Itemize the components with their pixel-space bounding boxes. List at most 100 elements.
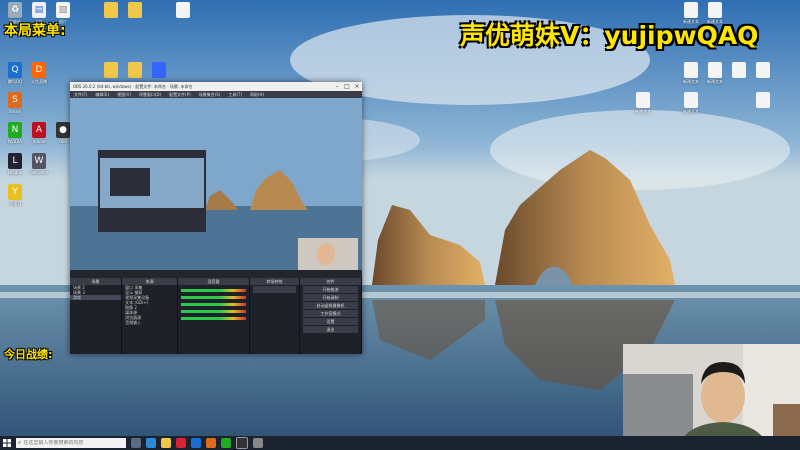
file-icon [636,92,650,108]
menu-scene-collection[interactable]: 场景集合(S) [195,92,225,98]
desktop-icon[interactable] [752,92,774,108]
search-input[interactable] [21,440,120,446]
desktop-icon[interactable]: S Steam [4,92,26,114]
transitions-header: 转场特效 [249,278,300,285]
sources-dock: 来源 窗口 采集 显示 捕获 视频采集设备 文本 (GDI+) 图像 2 媒体源… [122,278,179,354]
file-icon [708,62,722,78]
obs-window[interactable]: OBS 26.0.2 (64-bit, windows) - 配置文件: 未命名… [70,82,362,354]
sources-header: 来源 [122,278,178,285]
menu-file[interactable]: 文件(F) [70,92,91,98]
transition-select[interactable] [252,286,297,293]
streamer-handle-overlay: 声优萌妹V：yujipwQAQ [460,21,759,50]
folder-icon [104,62,118,78]
close-icon[interactable]: × [352,82,362,91]
adobe-icon: A [32,122,46,138]
virtual-camera-button[interactable]: 启动虚拟摄像机 [303,302,358,309]
menu-docks[interactable]: 停靠窗口(D) [135,92,165,98]
desktop-icon[interactable] [148,62,170,78]
desktop-icon[interactable] [752,62,774,78]
maximize-icon[interactable]: □ [342,82,352,91]
menu-overlay-label: 本局菜单: [4,23,66,39]
scenes-dock: 场景 场景 2 场景 3 游戏 [70,278,123,354]
steam-icon: S [8,92,22,108]
folder-icon [128,62,142,78]
desktop-icon[interactable] [124,2,146,18]
app-icon[interactable] [191,438,201,448]
app-icon[interactable] [253,438,263,448]
obs-title-bar[interactable]: OBS 26.0.2 (64-bit, windows) - 配置文件: 未命名… [70,82,362,91]
studio-mode-button[interactable]: 工作室模式 [303,310,358,317]
exit-button[interactable]: 退出 [303,326,358,333]
controls-dock: 控件 开始推流 开始录制 启动虚拟摄像机 工作室模式 设置 退出 [300,278,362,354]
audio-meter [181,317,246,320]
file-icon [756,92,770,108]
audio-meter [181,303,246,306]
obs-taskbar-icon[interactable] [236,437,248,449]
folder-icon [104,2,118,18]
taskbar-search[interactable]: ⌕ [16,438,126,448]
controls-header: 控件 [300,278,361,285]
recycle-bin-icon: ♻ [8,2,22,18]
desktop-icon[interactable] [172,2,194,18]
start-recording-button[interactable]: 开始录制 [303,294,358,301]
desktop-icon[interactable]: Q 腾讯QQ [4,62,26,85]
obs-menu-bar: 文件(F) 编辑(E) 视图(V) 停靠窗口(D) 配置文件(P) 场景集合(S… [70,91,362,98]
desktop-icon[interactable] [100,62,122,78]
audio-meter [181,289,246,292]
audio-meter [181,310,246,313]
menu-help[interactable]: 帮助(H) [246,92,268,98]
desktop-icon[interactable] [100,2,122,18]
menu-tools[interactable]: 工具(T) [224,92,246,98]
desktop-icon[interactable]: 新建文本 [680,62,702,85]
minimize-icon[interactable]: – [332,82,342,91]
scenes-header: 场景 [70,278,122,285]
douyu-icon: D [32,62,46,78]
source-item[interactable]: 音频输入 [122,320,177,325]
desktop-icon[interactable]: N NVIDIA [4,122,26,144]
start-button[interactable] [0,436,14,450]
task-view-icon[interactable] [131,438,141,448]
app-icon[interactable] [206,438,216,448]
windows-logo-icon [3,439,11,447]
app-icon[interactable] [221,438,231,448]
picture-icon: ▧ [56,2,70,18]
file-icon [756,62,770,78]
obs-preview-canvas[interactable] [70,98,362,270]
app-icon[interactable] [176,438,186,448]
audio-meter [181,296,246,299]
app-icon [152,62,166,78]
file-icon [684,62,698,78]
yy-icon: Y [8,184,22,200]
explorer-icon[interactable] [161,438,171,448]
obs-icon: ● [56,122,70,138]
results-overlay-label: 今日战绩: [4,348,53,361]
menu-profile[interactable]: 配置文件(P) [165,92,195,98]
nvidia-icon: N [8,122,22,138]
obs-window-title: OBS 26.0.2 (64-bit, windows) - 配置文件: 未命名… [73,83,193,89]
settings-button[interactable]: 设置 [303,318,358,325]
desktop-icon[interactable]: A Adobe [28,122,50,144]
taskbar: ⌕ [0,436,800,450]
wegame-icon: W [32,153,46,169]
desktop-icon[interactable]: Y Yy语音 [4,184,26,207]
desktop-icon[interactable]: 新建文本 [632,92,654,115]
desktop-icon[interactable]: D 斗鱼直播 [28,62,50,85]
scene-item[interactable]: 游戏 [70,295,122,300]
desktop-icon[interactable] [728,62,750,78]
desktop-icon[interactable] [124,62,146,78]
desktop-icon[interactable]: W WeGame [28,153,50,175]
desktop-icon[interactable]: L League [4,153,26,175]
start-streaming-button[interactable]: 开始推流 [303,286,358,293]
document-icon: ▤ [32,2,46,18]
menu-view[interactable]: 视图(V) [113,92,135,98]
file-icon [176,2,190,18]
menu-edit[interactable]: 编辑(E) [91,92,113,98]
desktop-icon[interactable]: 新建文本 [680,92,702,115]
folder-icon [128,2,142,18]
edge-icon[interactable] [146,438,156,448]
league-icon: L [8,153,22,169]
transitions-dock: 转场特效 [249,278,301,354]
mixer-dock: 混音器 [178,278,250,354]
mixer-header: 混音器 [178,278,249,285]
desktop-icon[interactable]: 新建文本 [704,62,726,85]
